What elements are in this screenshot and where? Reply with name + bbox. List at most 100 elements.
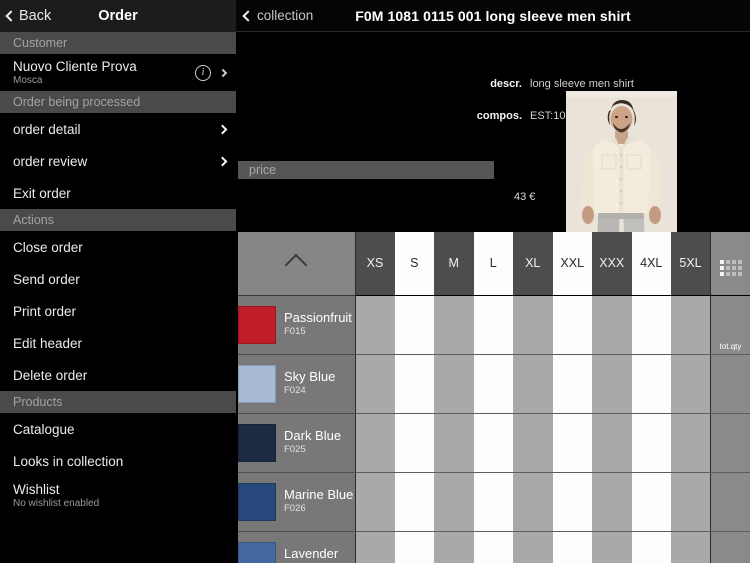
qty-cell[interactable] — [671, 472, 711, 532]
color-cell-marine-blue[interactable]: Marine Blue F026 — [238, 472, 356, 532]
sidebar-item-delete-order[interactable]: Delete order — [0, 359, 236, 391]
sidebar-item-send-order[interactable]: Send order — [0, 263, 236, 295]
color-code: F024 — [284, 385, 306, 396]
qty-cell[interactable] — [592, 531, 632, 563]
sidebar-section-products: Products — [0, 391, 236, 413]
qty-cell[interactable] — [552, 295, 592, 355]
color-cell-sky-blue[interactable]: Sky Blue F024 — [238, 354, 356, 414]
total-qty-cell[interactable]: 0 — [710, 413, 750, 473]
qty-cell[interactable] — [394, 354, 434, 414]
attribute-descr-key: descr. — [490, 78, 522, 90]
size-column-header-xxx[interactable]: XXX — [592, 232, 632, 296]
sidebar-item-order-detail[interactable]: order detail — [0, 113, 236, 145]
qty-cell[interactable] — [355, 413, 395, 473]
table-row: Marine Blue F026 — [238, 472, 750, 532]
qty-cell[interactable] — [513, 295, 553, 355]
sidebar-item-order-review[interactable]: order review — [0, 145, 236, 177]
sidebar-item-wishlist[interactable]: Wishlist No wishlist enabled — [0, 477, 236, 514]
table-row: Sky Blue F024 — [238, 354, 750, 414]
qty-cell[interactable] — [473, 472, 513, 532]
qty-cell[interactable] — [473, 295, 513, 355]
size-column-header-l[interactable]: L — [473, 232, 513, 296]
color-cell-passionfruit[interactable]: Passionfruit F015 — [238, 295, 356, 355]
qty-cell[interactable] — [631, 531, 671, 563]
qty-cell[interactable] — [394, 531, 434, 563]
qty-cell[interactable] — [631, 413, 671, 473]
qty-cell[interactable] — [434, 472, 474, 532]
qty-cell[interactable] — [473, 413, 513, 473]
qty-cell[interactable] — [434, 413, 474, 473]
chevron-right-icon — [217, 156, 228, 166]
back-to-collection-button[interactable]: collection — [236, 8, 313, 23]
qty-cell[interactable] — [552, 472, 592, 532]
sidebar-item-label: Close order — [13, 239, 83, 255]
qty-cell[interactable] — [552, 354, 592, 414]
size-grid-table: XS S M L XL XXL XXX 4XL 5XL Passionfruit… — [238, 232, 750, 563]
qty-cell[interactable] — [513, 413, 553, 473]
size-column-header-s[interactable]: S — [394, 232, 434, 296]
qty-cell[interactable] — [671, 354, 711, 414]
qty-cell[interactable] — [355, 531, 395, 563]
price-section-header[interactable]: price — [238, 161, 494, 179]
total-qty-column-header[interactable] — [710, 232, 750, 296]
qty-cell[interactable] — [473, 354, 513, 414]
total-qty-cell[interactable]: tot.qty — [710, 295, 750, 355]
size-column-header-m[interactable]: M — [434, 232, 474, 296]
total-qty-cell[interactable]: 0 — [710, 472, 750, 532]
chevron-left-icon — [242, 9, 254, 22]
qty-cell[interactable] — [513, 354, 553, 414]
info-icon[interactable]: i — [195, 64, 211, 81]
qty-cell[interactable] — [631, 354, 671, 414]
size-column-header-xs[interactable]: XS — [355, 232, 395, 296]
table-row: Lavender F027 — [238, 531, 750, 563]
qty-cell[interactable] — [355, 472, 395, 532]
qty-cell[interactable] — [552, 531, 592, 563]
collapse-toggle-button[interactable] — [238, 232, 356, 296]
sidebar-item-exit-order[interactable]: Exit order — [0, 177, 236, 209]
qty-cell[interactable] — [473, 531, 513, 563]
sidebar-section-actions: Actions — [0, 209, 236, 231]
qty-cell[interactable] — [513, 531, 553, 563]
qty-cell[interactable] — [671, 295, 711, 355]
sidebar-item-close-order[interactable]: Close order — [0, 231, 236, 263]
size-grid-body: Passionfruit F015 tot.qty Sky Blue F024 … — [238, 295, 750, 563]
sidebar-item-looks-in-collection[interactable]: Looks in collection — [0, 445, 236, 477]
qty-cell[interactable] — [631, 295, 671, 355]
size-column-header-4xl[interactable]: 4XL — [631, 232, 671, 296]
qty-cell[interactable] — [671, 531, 711, 563]
qty-cell[interactable] — [513, 472, 553, 532]
qty-cell[interactable] — [592, 295, 632, 355]
qty-cell[interactable] — [394, 413, 434, 473]
color-swatch — [238, 541, 276, 563]
size-column-header-xxl[interactable]: XXL — [552, 232, 592, 296]
total-qty-cell[interactable]: 0 — [710, 531, 750, 563]
total-qty-cell[interactable]: 0 — [710, 354, 750, 414]
qty-cell[interactable] — [434, 531, 474, 563]
qty-cell[interactable] — [631, 472, 671, 532]
size-column-header-5xl[interactable]: 5XL — [671, 232, 711, 296]
wishlist-status: No wishlist enabled — [13, 498, 100, 509]
qty-cell[interactable] — [355, 354, 395, 414]
size-column-header-xl[interactable]: XL — [513, 232, 553, 296]
color-cell-lavender[interactable]: Lavender F027 — [238, 531, 356, 563]
back-button[interactable]: Back — [0, 8, 51, 24]
qty-cell[interactable] — [671, 413, 711, 473]
qty-cell[interactable] — [355, 295, 395, 355]
sidebar-item-edit-header[interactable]: Edit header — [0, 327, 236, 359]
qty-cell[interactable] — [592, 413, 632, 473]
table-row: Passionfruit F015 tot.qty — [238, 295, 750, 355]
product-attributes: descr. long sleeve men shirt compos. EST… — [236, 32, 750, 260]
sidebar-item-catalogue[interactable]: Catalogue — [0, 413, 236, 445]
qty-cell[interactable] — [394, 295, 434, 355]
attribute-composition-key: compos. — [476, 110, 522, 122]
qty-cell[interactable] — [592, 472, 632, 532]
qty-cell[interactable] — [592, 354, 632, 414]
sidebar-item-print-order[interactable]: Print order — [0, 295, 236, 327]
sidebar-item-customer[interactable]: Nuovo Cliente Prova Mosca i — [0, 54, 236, 91]
qty-cell[interactable] — [394, 472, 434, 532]
color-cell-dark-blue[interactable]: Dark Blue F025 — [238, 413, 356, 473]
qty-cell[interactable] — [552, 413, 592, 473]
attribute-descr-value: long sleeve men shirt — [530, 78, 634, 90]
qty-cell[interactable] — [434, 354, 474, 414]
qty-cell[interactable] — [434, 295, 474, 355]
